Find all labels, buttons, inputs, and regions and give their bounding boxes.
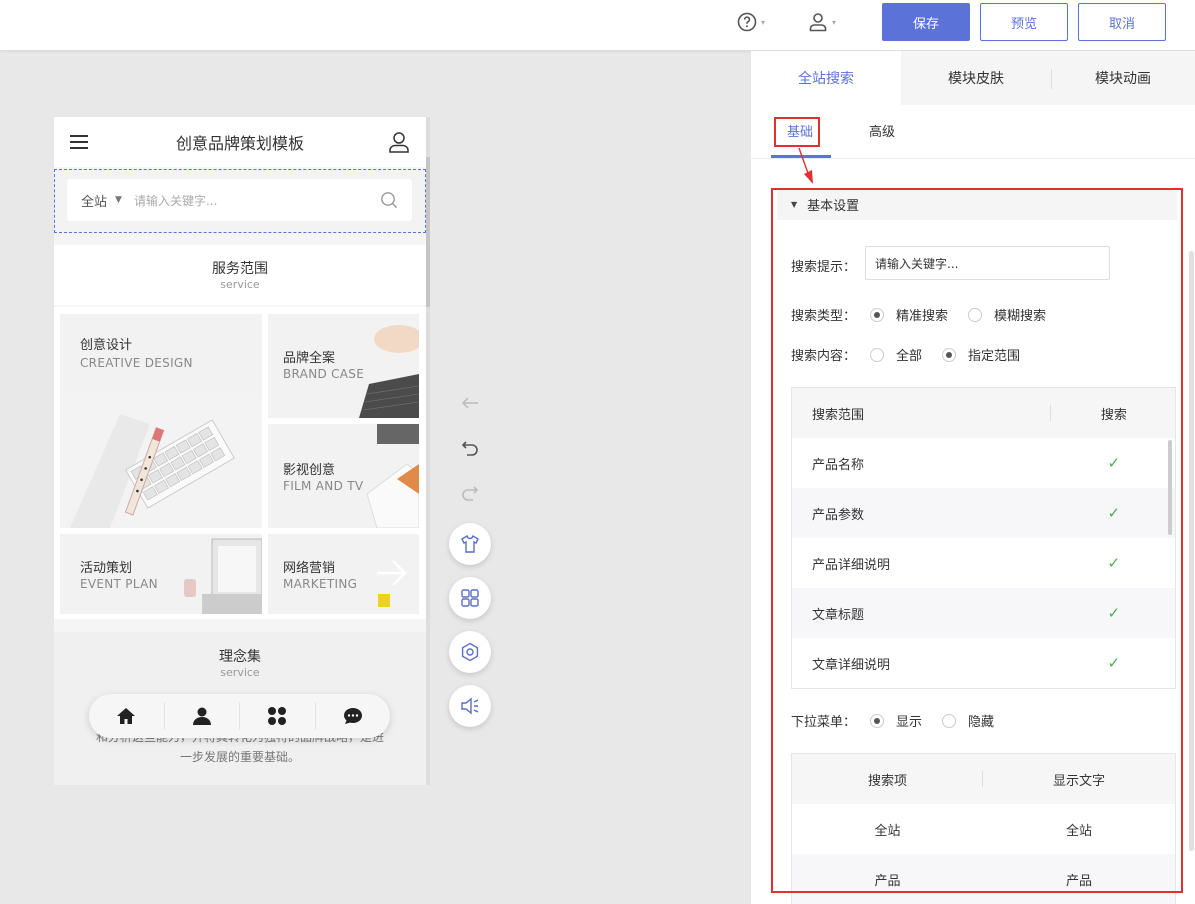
home-icon (117, 708, 136, 724)
arrow-right-icon (377, 560, 407, 586)
card-title: 活动策划 (80, 561, 133, 576)
user-icon[interactable] (388, 131, 410, 153)
help-menu[interactable]: ▾ (737, 10, 765, 34)
panel-scrollbar[interactable] (1189, 251, 1194, 851)
undo-icon (461, 441, 478, 456)
mug-image (378, 594, 390, 607)
redo-button[interactable] (460, 483, 480, 503)
grid-icon (461, 589, 479, 607)
desk-laptop-image (184, 538, 262, 614)
shirt-icon (461, 534, 479, 553)
card-title: 影视创意 (283, 463, 336, 478)
nav-home[interactable] (89, 702, 165, 730)
apps-icon (268, 707, 287, 725)
card-subtitle: FILM AND TV (283, 479, 364, 493)
search-input-placeholder[interactable]: 请输入关键字... (134, 192, 217, 209)
tab-site-search[interactable]: 全站搜索 (751, 51, 901, 105)
back-button[interactable] (460, 393, 480, 413)
service-card[interactable]: 网络营销 MARKETING (268, 534, 419, 614)
panel-tabs: 全站搜索 模块皮肤 模块动画 (751, 51, 1195, 105)
notebook-image (367, 424, 419, 528)
subtab-advanced[interactable]: 高级 (869, 121, 895, 140)
help-circle-icon (737, 12, 757, 32)
highlight-box-basic-settings (771, 188, 1183, 893)
service-card[interactable]: 影视创意 FILM AND TV (268, 424, 419, 528)
card-title: 品牌全案 (283, 351, 336, 366)
settings-tool-button[interactable] (449, 631, 491, 673)
nav-profile[interactable] (165, 702, 240, 730)
card-subtitle: CREATIVE DESIGN (80, 356, 193, 370)
hamburger-menu-icon[interactable] (70, 134, 88, 150)
redo-icon (462, 486, 479, 501)
caret-down-icon: ▼ (115, 195, 122, 205)
service-card[interactable]: 活动策划 EVENT PLAN (60, 534, 262, 614)
search-module-selected[interactable]: 全站 ▼ 请输入关键字... (54, 169, 426, 233)
search-scope-select[interactable]: 全站 (81, 191, 107, 210)
module-tool-button[interactable] (449, 577, 491, 619)
section-subheading: service (220, 278, 260, 291)
highlight-box-basic-tab (774, 117, 820, 147)
service-card[interactable]: 创意设计 CREATIVE DESIGN (60, 314, 262, 528)
section-heading: 服务范围 (212, 261, 268, 277)
audio-tool-button[interactable] (449, 685, 491, 727)
chevron-down-icon: ▾ (761, 17, 766, 27)
card-subtitle: MARKETING (283, 577, 358, 591)
card-title: 网络营销 (283, 561, 336, 576)
user-icon (809, 13, 827, 32)
mobile-preview: 创意品牌策划模板 全站 ▼ 请输入关键字... 服务范围 service 创意设… (54, 117, 426, 785)
back-arrow-icon (461, 397, 478, 409)
card-subtitle: EVENT PLAN (80, 577, 158, 591)
service-section-title: 服务范围 service (54, 245, 426, 305)
tab-module-animation[interactable]: 模块动画 (1051, 51, 1195, 105)
laptop-hands-image (359, 325, 419, 418)
person-icon (192, 707, 211, 725)
service-card[interactable]: 品牌全案 BRAND CASE (268, 314, 419, 418)
mobile-search-bar[interactable]: 全站 ▼ 请输入关键字... (67, 179, 412, 221)
section-subheading: service (220, 666, 260, 679)
speaker-icon (461, 697, 479, 715)
card-subtitle: BRAND CASE (283, 367, 365, 381)
top-toolbar: ▾ ▾ 保存 预览 取消 (0, 0, 1195, 51)
pen-keyboard-image (60, 394, 262, 528)
mobile-header: 创意品牌策划模板 (54, 117, 426, 167)
preview-scrollbar[interactable] (426, 117, 430, 785)
tab-module-skin[interactable]: 模块皮肤 (901, 51, 1051, 105)
skin-tool-button[interactable] (449, 523, 491, 565)
chevron-down-icon: ▾ (832, 17, 837, 27)
nav-chat[interactable] (316, 702, 391, 730)
search-icon[interactable] (380, 191, 398, 209)
annotation-arrow-icon (798, 147, 813, 184)
cancel-button[interactable]: 取消 (1078, 3, 1166, 41)
mobile-bottom-nav (89, 694, 390, 738)
preview-button[interactable]: 预览 (980, 3, 1068, 41)
section-heading: 理念集 (219, 649, 261, 665)
user-menu[interactable]: ▾ (808, 10, 836, 34)
settings-icon (461, 642, 479, 662)
mobile-site-title: 创意品牌策划模板 (175, 134, 304, 153)
card-title: 创意设计 (80, 338, 133, 353)
undo-button[interactable] (460, 438, 480, 458)
nav-apps[interactable] (240, 702, 316, 730)
chat-icon (343, 708, 362, 724)
save-button[interactable]: 保存 (882, 3, 970, 41)
